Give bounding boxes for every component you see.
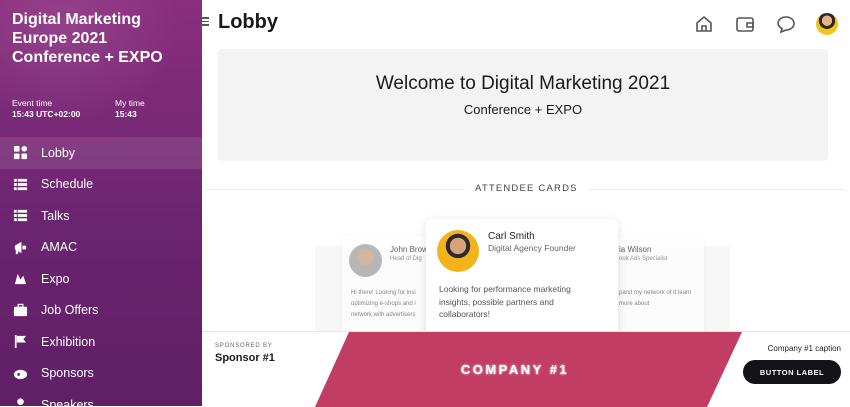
sponsored-by-label: SPONSORED BY [215, 343, 273, 349]
sidebar-nav: Lobby Schedule Talks AMAC Expo Job Offer… [0, 137, 202, 406]
sidebar-item-exhibition[interactable]: Exhibition [0, 326, 202, 358]
chat-icon[interactable] [776, 14, 796, 34]
attendee-role: ook Ads Specialist [619, 256, 668, 262]
attendee-role: Head of Dig [390, 256, 422, 262]
my-time-label: My time [115, 98, 145, 108]
sidebar: Digital Marketing Europe 2021 Conference… [0, 0, 202, 406]
attendee-bio: Looking for performance marketing insigh… [439, 284, 571, 319]
page-title: Lobby [218, 11, 278, 33]
sidebar-item-label: Lobby [41, 145, 76, 160]
sidebar-item-label: Talks [41, 208, 70, 223]
sidebar-item-label: Exhibition [41, 334, 96, 349]
sidebar-item-expo[interactable]: Expo [0, 263, 202, 295]
user-avatar[interactable] [816, 13, 838, 35]
sidebar-item-job-offers[interactable]: Job Offers [0, 295, 202, 327]
sidebar-item-speakers[interactable]: Speakers [0, 389, 202, 406]
menu-toggle-icon[interactable] [200, 17, 209, 28]
wallet-icon[interactable] [735, 14, 755, 34]
attendee-name: Carl Smith [488, 231, 535, 242]
attendee-cards-heading: ATTENDEE CARDS [465, 183, 588, 194]
attendee-card[interactable]: ia Wilson ook Ads Specialist pand my net… [607, 236, 704, 336]
sidebar-item-schedule[interactable]: Schedule [0, 169, 202, 201]
home-icon[interactable] [694, 14, 714, 34]
attendee-card[interactable]: John Brow Head of Dig Hi there! Looking … [342, 236, 437, 336]
attendee-name: ia Wilson [619, 245, 652, 254]
sidebar-item-label: Sponsors [41, 366, 94, 381]
event-time-label: Event time [12, 98, 53, 108]
attendee-bio: pand my network of d learn more about [619, 290, 692, 307]
event-time-value: 15:43 UTC+02:00 [12, 109, 81, 119]
sidebar-item-label: Schedule [41, 177, 94, 192]
event-time: Event time 15:43 UTC+02:00 [12, 98, 80, 120]
welcome-banner: Welcome to Digital Marketing 2021 Confer… [218, 49, 828, 161]
briefcase-icon [13, 303, 28, 318]
sponsor-cta-button[interactable]: BUTTON LABEL [743, 360, 841, 384]
sidebar-item-label: Job Offers [41, 303, 99, 318]
expo-icon [13, 271, 28, 286]
sidebar-item-sponsors[interactable]: Sponsors [0, 358, 202, 390]
lobby-icon [13, 145, 28, 160]
sponsor-caption: Company #1 caption [767, 344, 841, 353]
welcome-subtitle: Conference + EXPO [463, 102, 583, 117]
sponsor-footer: SPONSORED BY Sponsor #1 COMPANY #1 Compa… [202, 331, 850, 407]
attendee-avatar [349, 244, 382, 277]
sidebar-item-lobby[interactable]: Lobby [0, 137, 202, 169]
schedule-icon [13, 177, 28, 192]
sponsor-name: Sponsor #1 [215, 352, 275, 364]
sidebar-item-label: Speakers [41, 397, 94, 406]
sidebar-item-label: Expo [41, 271, 70, 286]
attendee-role: Digital Agency Founder [488, 243, 576, 253]
attendee-card-featured[interactable]: Carl Smith Digital Agency Founder Lookin… [426, 219, 618, 339]
sidebar-item-label: AMAC [41, 240, 78, 255]
megaphone-icon [13, 240, 28, 255]
talks-icon [13, 208, 28, 223]
speakers-icon [13, 397, 28, 406]
sponsors-icon [13, 366, 28, 381]
welcome-title: Welcome to Digital Marketing 2021 [375, 73, 671, 94]
attendee-avatar [437, 230, 479, 272]
attendee-bio: Hi there! Looking for insi optimizing e-… [351, 290, 416, 318]
my-time: My time 15:43 [115, 98, 145, 120]
sidebar-item-talks[interactable]: Talks [0, 200, 202, 232]
my-time-value: 15:43 [115, 109, 137, 119]
event-title: Digital Marketing Europe 2021 Conference… [12, 11, 163, 66]
flag-icon [13, 334, 28, 349]
sidebar-item-amac[interactable]: AMAC [0, 232, 202, 264]
sponsor-banner-text: COMPANY #1 [460, 362, 570, 377]
attendee-name: John Brow [390, 245, 428, 254]
